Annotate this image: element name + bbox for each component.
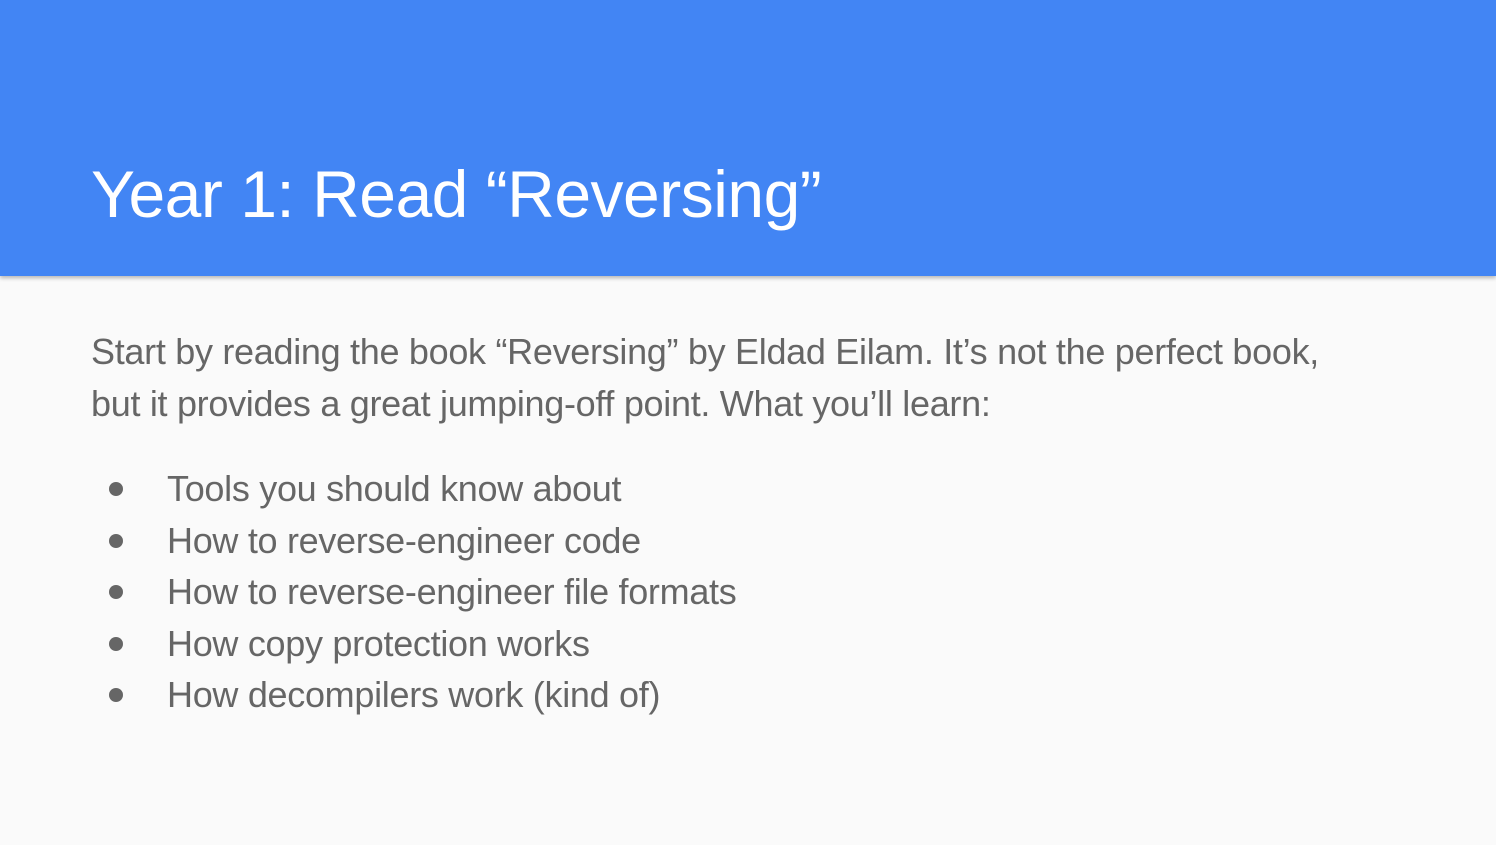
- bullet-dot-icon: [109, 482, 123, 496]
- bullet-dot-icon: [109, 688, 123, 702]
- bullet-text: How decompilers work (kind of): [167, 674, 661, 715]
- bullet-text: How copy protection works: [167, 622, 590, 664]
- bullet-text: Tools you should know about: [167, 468, 622, 509]
- bullet-dot-icon: [109, 636, 123, 651]
- intro-line-1: Start by reading the book “Reversing” by…: [91, 331, 1320, 372]
- slide-header: Year 1: Read “Reversing”: [0, 0, 1496, 276]
- bullet-text: How to reverse-engineer file formats: [167, 571, 737, 612]
- bullet-dot-icon: [109, 533, 123, 548]
- slide-title: Year 1: Read “Reversing”: [91, 157, 822, 231]
- intro-paragraph: Start by reading the book “Reversing” by…: [91, 326, 1431, 430]
- bullet-text: How to reverse-engineer code: [167, 519, 641, 561]
- bullet-dot-icon: [109, 585, 123, 599]
- intro-line-2: but it provides a great jumping-off poin…: [91, 383, 991, 424]
- slide: Year 1: Read “Reversing” Start by readin…: [0, 0, 1496, 845]
